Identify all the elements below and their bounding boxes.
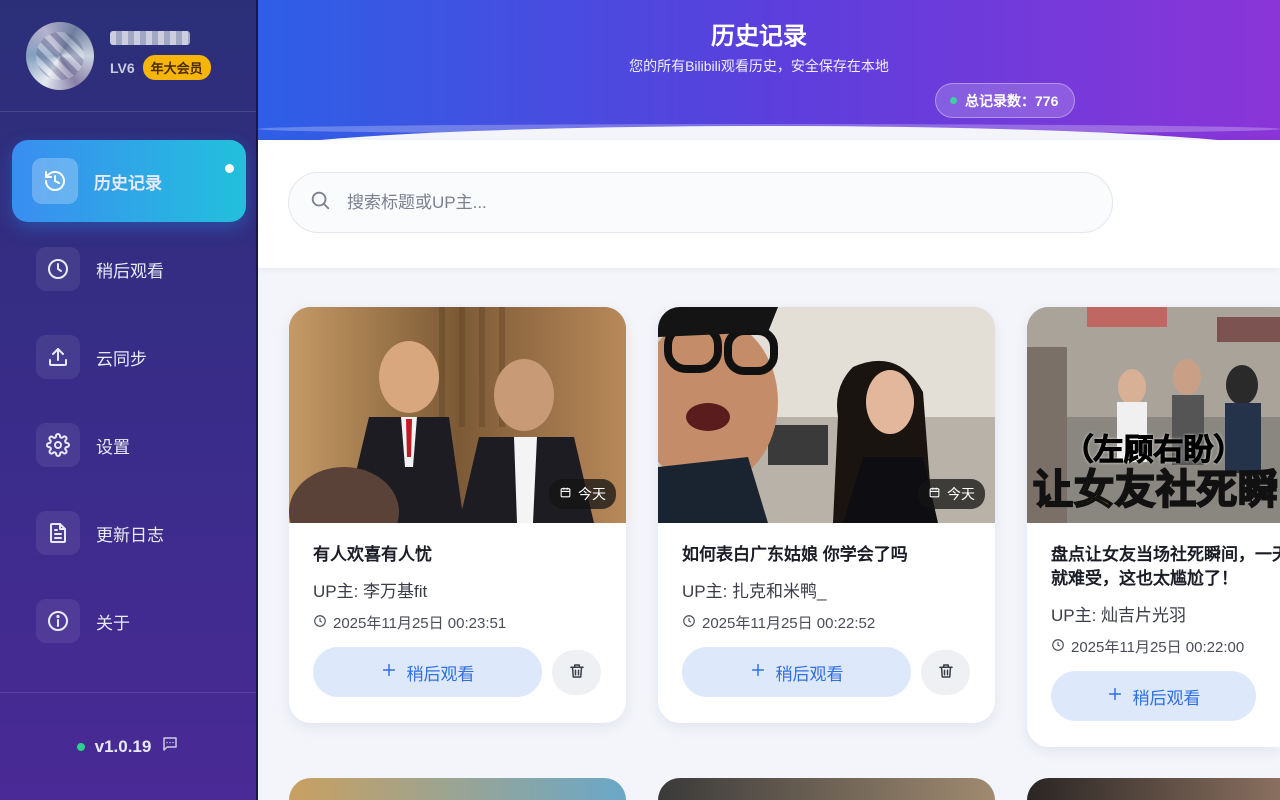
sidebar-item-label: 云同步: [96, 349, 147, 369]
sidebar-item-label: 历史记录: [94, 173, 162, 193]
plus-icon: [381, 662, 397, 683]
video-title[interactable]: 有人欢喜有人忧: [313, 543, 602, 567]
clock-icon: [313, 614, 327, 632]
search-icon: [309, 189, 331, 216]
uploader-name[interactable]: UP主: 扎克和米鸭_: [682, 577, 971, 602]
video-title[interactable]: 如何表白广东姑娘 你学会了吗: [682, 543, 971, 567]
clock-icon: [682, 614, 696, 632]
history-card-partial[interactable]: [658, 778, 995, 800]
user-level: LV6: [110, 59, 135, 76]
search-bar[interactable]: [288, 172, 1113, 233]
history-card[interactable]: 今天 有人欢喜有人忧 UP主: 李万基fit 2025年11月25日 00:23…: [289, 307, 626, 723]
trash-icon: [568, 662, 586, 683]
uploader-name[interactable]: UP主: 李万基fit: [313, 577, 602, 602]
plus-icon: [750, 662, 766, 683]
button-label: 稍后观看: [775, 664, 844, 684]
add-watch-later-button[interactable]: 稍后观看: [682, 647, 911, 697]
username-blurred: [110, 31, 190, 45]
sidebar-item-settings[interactable]: 设置: [12, 404, 246, 486]
sidebar-footer: v1.0.19: [0, 692, 256, 800]
total-records-badge: 总记录数：776: [935, 83, 1076, 118]
watch-time: 2025年11月25日 00:22:00: [1051, 636, 1256, 657]
page-title: 历史记录: [711, 23, 807, 50]
active-indicator-dot: [225, 164, 234, 173]
sidebar: LV6 年大会员 历史记录 稍后观看 云同步 设置 更新日志 关于 v1.0.1…: [0, 0, 258, 800]
date-chip: 今天: [549, 479, 616, 509]
clock-icon: [36, 247, 80, 291]
add-watch-later-button[interactable]: 稍后观看: [313, 647, 542, 697]
sidebar-item-cloud-sync[interactable]: 云同步: [12, 316, 246, 398]
page-header: 历史记录 您的所有Bilibili观看历史，安全保存在本地 总记录数：776: [258, 0, 1280, 140]
total-records-label: 总记录数：776: [965, 92, 1059, 109]
watch-time-label: 2025年11月25日 00:23:51: [333, 615, 507, 632]
search-panel: [258, 140, 1280, 268]
date-chip-label: 今天: [578, 486, 606, 502]
page-subtitle: 您的所有Bilibili观看历史，安全保存在本地: [629, 58, 889, 74]
clock-icon: [1051, 638, 1065, 656]
online-status-dot: [76, 742, 85, 751]
history-icon: [32, 158, 78, 204]
watch-time-label: 2025年11月25日 00:22:52: [702, 615, 876, 632]
history-card-partial[interactable]: [1027, 778, 1280, 800]
sidebar-item-about[interactable]: 关于: [12, 580, 246, 662]
sidebar-item-label: 更新日志: [96, 525, 164, 545]
user-profile[interactable]: LV6 年大会员: [0, 0, 256, 112]
avatar[interactable]: [26, 21, 94, 90]
calendar-icon: [559, 486, 572, 502]
upload-icon: [36, 335, 80, 379]
button-label: 稍后观看: [1132, 688, 1201, 708]
vip-badge: 年大会员: [142, 55, 211, 80]
date-chip: 今天: [918, 479, 985, 509]
delete-button[interactable]: [552, 649, 601, 695]
delete-button[interactable]: [921, 649, 970, 695]
video-thumbnail[interactable]: 今天: [289, 307, 626, 523]
sidebar-item-history[interactable]: 历史记录: [12, 140, 246, 222]
gear-icon: [36, 423, 80, 467]
sidebar-item-watch-later[interactable]: 稍后观看: [12, 228, 246, 310]
sidebar-item-label: 设置: [96, 437, 130, 457]
version-label: v1.0.19: [94, 736, 152, 756]
button-label: 稍后观看: [406, 664, 475, 684]
uploader-name[interactable]: UP主: 灿吉片光羽: [1051, 601, 1256, 626]
video-title[interactable]: 盘点让女友当场社死瞬间，一天剑就难受，这也太尴尬了！: [1051, 543, 1280, 591]
sidebar-item-label: 稍后观看: [96, 261, 164, 281]
info-icon: [36, 599, 80, 643]
sidebar-item-label: 关于: [96, 613, 130, 633]
feedback-icon[interactable]: [161, 735, 179, 758]
history-card[interactable]: 今天 如何表白广东姑娘 你学会了吗 UP主: 扎克和米鸭_ 2025年11月25…: [658, 307, 995, 723]
video-thumbnail[interactable]: 今天: [658, 307, 995, 523]
plus-icon: [1107, 686, 1123, 707]
video-thumbnail[interactable]: （左顾右盼） 让女友社死瞬: [1027, 307, 1280, 523]
date-chip-label: 今天: [947, 486, 975, 502]
document-icon: [36, 511, 80, 555]
watch-time: 2025年11月25日 00:22:52: [682, 612, 971, 633]
add-watch-later-button[interactable]: 稍后观看: [1051, 671, 1256, 721]
watch-time-label: 2025年11月25日 00:22:00: [1071, 639, 1245, 656]
thumbnail-caption-main: 让女友社死瞬: [1032, 467, 1279, 513]
sidebar-item-changelog[interactable]: 更新日志: [12, 492, 246, 574]
sidebar-nav: 历史记录 稍后观看 云同步 设置 更新日志 关于: [0, 112, 256, 662]
calendar-icon: [928, 486, 941, 502]
search-input[interactable]: [347, 192, 1047, 213]
header-wave-decoration: [258, 124, 1280, 134]
badge-dot: [950, 97, 957, 104]
history-card-partial[interactable]: [289, 778, 626, 800]
history-card[interactable]: （左顾右盼） 让女友社死瞬 盘点让女友当场社死瞬间，一天剑就难受，这也太尴尬了！…: [1027, 307, 1280, 747]
trash-icon: [937, 662, 955, 683]
watch-time: 2025年11月25日 00:23:51: [313, 612, 602, 633]
